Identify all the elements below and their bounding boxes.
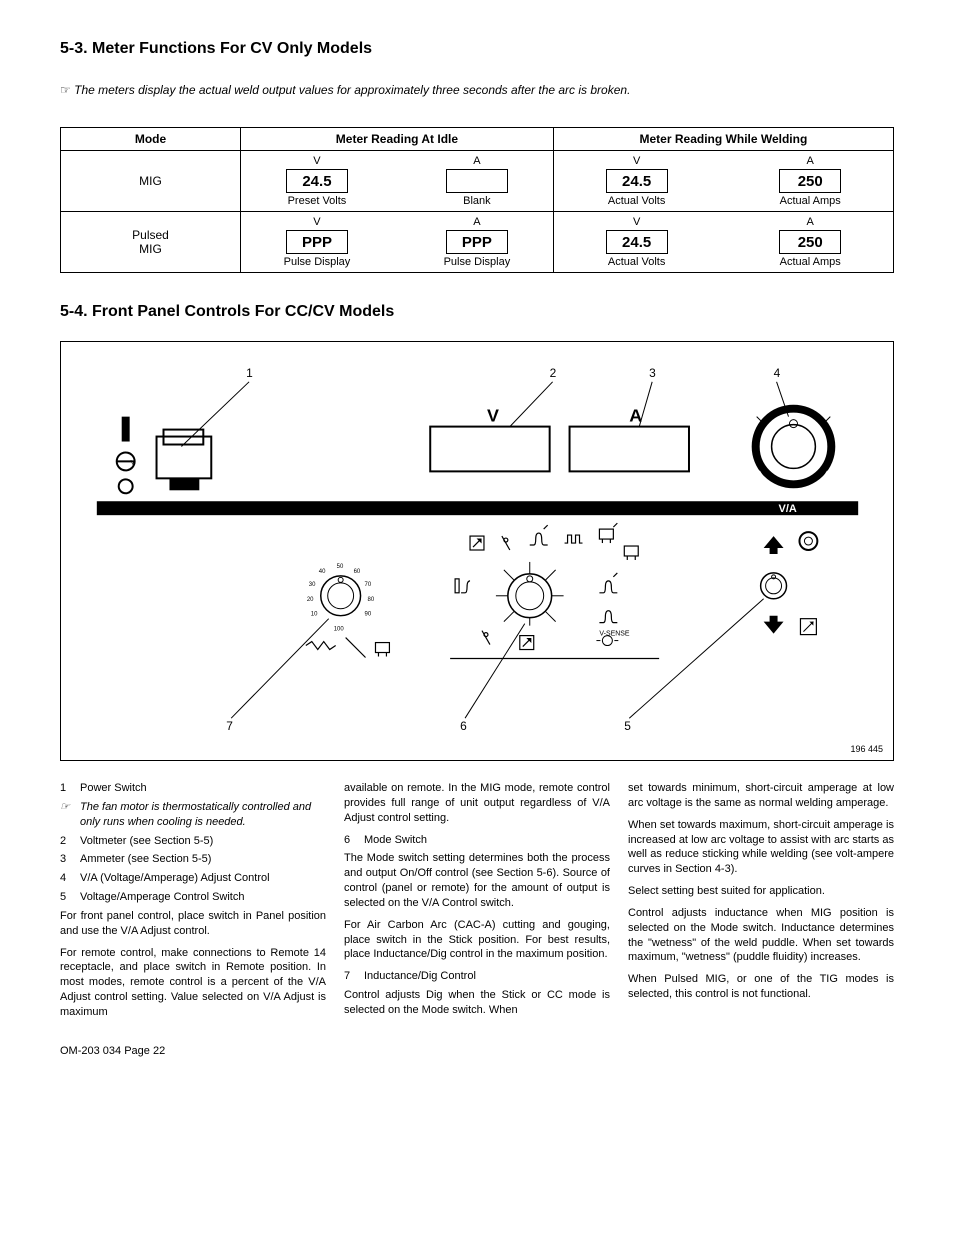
callout-6: 6 bbox=[460, 719, 467, 733]
th-mode: Mode bbox=[61, 128, 241, 151]
svg-text:100: 100 bbox=[334, 627, 345, 633]
reading-block: V24.5Preset Volts bbox=[286, 155, 348, 207]
svg-text:90: 90 bbox=[365, 612, 372, 618]
svg-text:10: 10 bbox=[311, 612, 318, 618]
p2: For remote control, make connections to … bbox=[60, 946, 326, 1020]
reading-block: VPPPPulse Display bbox=[284, 216, 351, 268]
legend-row: 2Voltmeter (see Section 5-5) bbox=[60, 834, 326, 849]
meter-functions-table: Mode Meter Reading At Idle Meter Reading… bbox=[60, 127, 894, 273]
th-weld: Meter Reading While Welding bbox=[553, 128, 893, 151]
p9: Select setting best suited for applicati… bbox=[628, 884, 894, 899]
p7: set towards minimum, short-circuit amper… bbox=[628, 781, 894, 811]
legend-row: 3Ammeter (see Section 5-5) bbox=[60, 852, 326, 867]
pointer-icon: ☞ bbox=[60, 83, 71, 97]
diagram-ref: 196 445 bbox=[850, 744, 883, 754]
legend-row: 1Power Switch bbox=[60, 781, 326, 796]
svg-text:40: 40 bbox=[319, 569, 326, 575]
svg-text:30: 30 bbox=[309, 582, 316, 588]
page-footer: OM-203 034 Page 22 bbox=[60, 1045, 894, 1057]
callout-5: 5 bbox=[624, 719, 631, 733]
legend-row: 5Voltage/Amperage Control Switch bbox=[60, 890, 326, 905]
legend-7: 7Inductance/Dig Control bbox=[344, 969, 610, 984]
svg-text:20: 20 bbox=[307, 597, 314, 603]
reading-block: APPPPulse Display bbox=[444, 216, 511, 268]
callout-7: 7 bbox=[226, 719, 233, 733]
legend-row: ☞The fan motor is thermostatically contr… bbox=[60, 800, 326, 830]
note-text: The meters display the actual weld outpu… bbox=[74, 83, 630, 97]
legend-6: 6Mode Switch bbox=[344, 833, 610, 848]
p11: When Pulsed MIG, or one of the TIG modes… bbox=[628, 972, 894, 1002]
callout-1: 1 bbox=[246, 366, 253, 380]
mode-cell: MIG bbox=[61, 151, 241, 212]
note-row: ☞ The meters display the actual weld out… bbox=[60, 83, 894, 97]
svg-text:60: 60 bbox=[354, 569, 361, 575]
p1: For front panel control, place switch in… bbox=[60, 909, 326, 939]
section-5-3-title: 5-3. Meter Functions For CV Only Models bbox=[60, 40, 894, 58]
p5: For Air Carbon Arc (CAC-A) cutting and g… bbox=[344, 918, 610, 963]
p3: available on remote. In the MIG mode, re… bbox=[344, 781, 610, 826]
section-5-4-title: 5-4. Front Panel Controls For CC/CV Mode… bbox=[60, 303, 894, 321]
callout-4: 4 bbox=[774, 366, 781, 380]
th-idle: Meter Reading At Idle bbox=[241, 128, 554, 151]
svg-text:50: 50 bbox=[337, 564, 344, 570]
label-v: V bbox=[487, 406, 499, 426]
svg-text:80: 80 bbox=[368, 597, 375, 603]
p8: When set towards maximum, short-circuit … bbox=[628, 818, 894, 877]
label-va: V/A bbox=[779, 503, 797, 515]
reading-block: V24.5Actual Volts bbox=[606, 216, 668, 268]
reading-block: A250Actual Amps bbox=[779, 216, 841, 268]
legend-row: 4V/A (Voltage/Amperage) Adjust Control bbox=[60, 871, 326, 886]
reading-block: ABlank bbox=[446, 155, 508, 207]
p6: Control adjusts Dig when the Stick or CC… bbox=[344, 988, 610, 1018]
callout-3: 3 bbox=[649, 366, 656, 380]
label-a: A bbox=[629, 406, 642, 426]
svg-text:70: 70 bbox=[365, 582, 372, 588]
reading-block: V24.5Actual Volts bbox=[606, 155, 668, 207]
callout-2: 2 bbox=[550, 366, 557, 380]
reading-block: A250Actual Amps bbox=[779, 155, 841, 207]
front-panel-diagram: 1 2 3 4 V V A V/A bbox=[60, 341, 894, 761]
p4: The Mode switch setting determines both … bbox=[344, 851, 610, 910]
svg-text:V: V bbox=[131, 460, 135, 466]
body-columns: 1Power Switch ☞The fan motor is thermosta… bbox=[60, 781, 894, 1020]
mode-cell: PulsedMIG bbox=[61, 212, 241, 273]
p10: Control adjusts inductance when MIG posi… bbox=[628, 906, 894, 965]
